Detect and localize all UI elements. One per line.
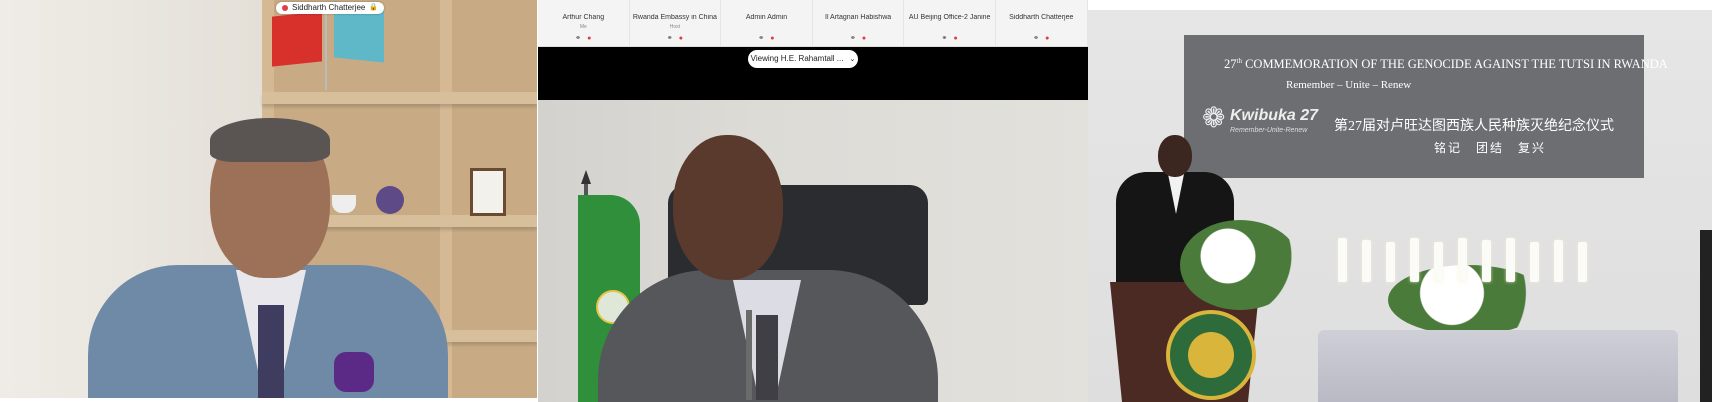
mic-muted-icon: ● xyxy=(1045,35,1050,42)
participant-strip: Arthur Chang Me ⚭ ● Rwanda Embassy in Chi… xyxy=(538,0,1088,47)
person-hair xyxy=(210,118,330,162)
flower-arrangement xyxy=(1180,220,1300,310)
kwibuka-tagline: Remember-Unite-Renew xyxy=(1230,127,1308,134)
speaker-video xyxy=(538,100,1088,402)
china-flag xyxy=(272,11,322,67)
participant-name: Arthur Chang xyxy=(562,14,605,21)
commemoration-banner: 27th COMMEMORATION OF THE GENOCIDE AGAIN… xyxy=(1184,35,1668,178)
video-off-icon: ⚭ xyxy=(850,35,856,42)
candle xyxy=(1530,242,1539,282)
candle xyxy=(1554,240,1563,282)
banner-chinese-motto: 铭记 团结 复兴 xyxy=(1434,141,1547,155)
video-tile-left[interactable]: Siddharth Chatterjee 🔒 xyxy=(0,0,537,398)
mic-muted-icon: ● xyxy=(770,35,775,42)
vase xyxy=(376,186,404,214)
chevron-down-icon: ⌄ xyxy=(849,56,856,63)
banner-chinese-title: 第27届对卢旺达图西族人民种族灭绝纪念仪式 xyxy=(1334,119,1614,134)
name-tag-text: Siddharth Chatterjee xyxy=(292,3,366,12)
recording-dot-icon xyxy=(282,5,288,11)
teacup xyxy=(332,195,356,213)
pocket-square xyxy=(334,352,374,392)
participant-name: Il Artagnan Habishwa xyxy=(825,14,892,21)
mic-muted-icon: ● xyxy=(587,35,592,42)
participant-name: AU Beijing Office-2 Janine xyxy=(908,14,991,21)
video-tile-right[interactable]: 27th COMMEMORATION OF THE GENOCIDE AGAIN… xyxy=(1088,10,1712,402)
participant-tile[interactable]: AU Beijing Office-2 Janine ⚭ ● xyxy=(904,0,996,46)
mic-muted-icon: ● xyxy=(953,35,958,42)
candle xyxy=(1338,238,1347,282)
video-off-icon: ⚭ xyxy=(758,35,765,42)
share-icon: ⚭ xyxy=(666,35,673,42)
mic-muted-icon: ● xyxy=(678,35,683,42)
banner-title: 27th COMMEMORATION OF THE GENOCIDE AGAIN… xyxy=(1224,57,1668,72)
video-tile-main[interactable]: Arthur Chang Me ⚭ ● Rwanda Embassy in Chi… xyxy=(538,0,1088,402)
banner-motto: Remember – Unite – Renew xyxy=(1286,79,1412,91)
video-off-icon: ⚭ xyxy=(1033,35,1040,42)
candle xyxy=(1434,242,1443,282)
flame-icon: ❁ xyxy=(1202,102,1226,133)
participant-tile[interactable]: Arthur Chang Me ⚭ ● xyxy=(538,0,630,46)
participant-tile[interactable]: Rwanda Embassy in China Host ⚭ ● xyxy=(630,0,722,46)
participant-role: Me xyxy=(579,24,587,30)
video-off-icon: ⚭ xyxy=(941,35,948,42)
speaker-tie xyxy=(756,315,778,400)
flag-pole-tip xyxy=(581,170,591,184)
candle xyxy=(1410,238,1419,282)
candle xyxy=(1362,240,1371,282)
participant-tile[interactable]: Admin Admin ⚭ ● xyxy=(721,0,813,46)
edge-object xyxy=(1700,230,1712,402)
microphone xyxy=(746,310,752,400)
mic-muted-icon: ● xyxy=(861,35,867,42)
speaker-head xyxy=(1158,135,1192,177)
kwibuka-logo-text: Kwibuka 27 xyxy=(1230,107,1319,124)
draped-table xyxy=(1318,330,1678,402)
lock-icon: 🔒 xyxy=(369,4,379,11)
rwanda-seal xyxy=(1166,310,1256,400)
participant-name: Admin Admin xyxy=(745,14,788,21)
candle xyxy=(1386,242,1395,282)
video-off-icon: ⚭ xyxy=(575,35,582,42)
candle xyxy=(1482,240,1491,282)
participant-name-tag: Siddharth Chatterjee 🔒 xyxy=(276,2,385,14)
candle xyxy=(1458,238,1467,282)
viewing-speaker-dropdown[interactable]: Viewing H.E. Rahamtall ... ⌄ xyxy=(748,50,858,68)
participant-name: Rwanda Embassy in China xyxy=(632,14,717,21)
candle xyxy=(1578,242,1587,282)
speaker-head xyxy=(673,135,783,280)
tie xyxy=(258,305,284,398)
photo-frame xyxy=(470,168,506,216)
participant-tile[interactable]: Siddharth Chatterjee ⚭ ● xyxy=(996,0,1088,46)
participant-role: Host xyxy=(669,24,681,30)
participant-name: Siddharth Chatterjee xyxy=(1009,14,1074,21)
viewing-label: Viewing H.E. Rahamtall ... xyxy=(750,54,844,63)
candle xyxy=(1506,238,1515,282)
participant-tile[interactable]: Il Artagnan Habishwa ⚭ ● xyxy=(813,0,905,46)
